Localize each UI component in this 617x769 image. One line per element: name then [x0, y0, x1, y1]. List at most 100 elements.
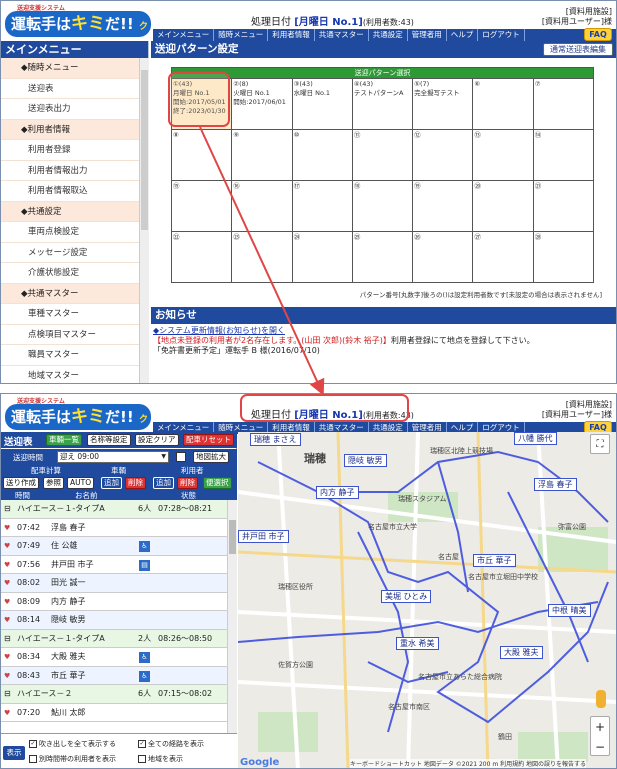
streetview-pegman-icon[interactable]	[596, 690, 606, 708]
pattern-cell[interactable]: ㉖	[412, 231, 474, 283]
pattern-cell[interactable]: ⑳	[472, 180, 534, 232]
sidebar-item[interactable]: 車種マスター	[1, 304, 148, 325]
vehicle-row[interactable]: ⊟ ハイエース－２ 6人 07:15〜08:02	[1, 685, 237, 704]
pattern-cell[interactable]: ㉘	[532, 231, 595, 283]
opt-all-routes[interactable]: ✓ 全ての経路を表示	[138, 739, 204, 749]
system-update-link[interactable]: ◆システム更新情報(お知らせ)を開く	[153, 326, 614, 336]
name-settings-button[interactable]: 名称等設定	[87, 434, 131, 446]
pattern-cell[interactable]: ㉕	[351, 231, 414, 283]
scroll-thumb[interactable]	[229, 520, 236, 554]
map-passenger-label[interactable]: 中根 晴美	[548, 604, 591, 617]
edit-route-button[interactable]: 通常送迎表編集	[543, 43, 613, 56]
map-expand-button[interactable]: 地図拡大	[193, 451, 229, 463]
map-passenger-label[interactable]: 八幡 勝代	[514, 432, 557, 445]
opt-show-region[interactable]: 地域を表示	[138, 754, 183, 764]
pattern-cell[interactable]: ⑫	[412, 129, 474, 181]
opt-show-balloons[interactable]: ✓ 吹き出しを全て表示する	[29, 739, 116, 749]
scroll-thumb[interactable]	[141, 70, 148, 230]
passenger-row[interactable]: ♥ 07:20 鮎川 太郎	[1, 703, 237, 722]
clear-settings-button[interactable]: 設定クリア	[135, 434, 179, 446]
pattern-cell[interactable]: ㉓	[231, 231, 293, 283]
nav-item[interactable]: 管理者用	[408, 29, 447, 41]
passenger-row[interactable]: ♥ 07:49 住 公雄 ♿	[1, 537, 237, 556]
sidebar-item[interactable]: 点検項目マスター	[1, 324, 148, 345]
pattern-cell[interactable]: ⑥	[472, 78, 534, 130]
fullscreen-icon[interactable]: ⛶	[590, 434, 610, 454]
passenger-row[interactable]: ♥ 07:56 井戸田 市子 ▤	[1, 555, 237, 574]
nav-item[interactable]: 利用者情報	[268, 29, 315, 41]
pattern-cell[interactable]: ⑪	[351, 129, 414, 181]
pattern-cell[interactable]: ⑮	[170, 180, 233, 232]
vehicle-delete-button[interactable]: 削除	[125, 477, 146, 489]
pattern-cell[interactable]: ㉒	[170, 231, 233, 283]
passenger-row[interactable]: ♥ 08:34 大殿 雅夫 ♿	[1, 648, 237, 667]
passenger-row[interactable]: ♥ 08:14 隠岐 敏男	[1, 611, 237, 630]
user-add-button[interactable]: 追加	[153, 477, 174, 489]
vehicle-list-button[interactable]: 車輛一覧	[46, 434, 82, 446]
sidebar-item[interactable]: 職員マスター	[1, 345, 148, 366]
nav-item[interactable]: ヘルプ	[447, 29, 479, 41]
passenger-row[interactable]: ♥ 08:09 内方 静子	[1, 592, 237, 611]
sidebar-item[interactable]: メッセージ設定	[1, 242, 148, 263]
collapse-icon[interactable]: ⊟	[4, 630, 11, 649]
faq-button[interactable]: FAQ	[584, 28, 612, 41]
pattern-cell[interactable]: ㉑	[532, 180, 595, 232]
pattern-cell[interactable]: ③(43) 水曜日 No.1	[291, 78, 353, 130]
time-select[interactable]: 迎え 09:00	[57, 451, 169, 463]
map-passenger-label[interactable]: 市丘 華子	[473, 554, 516, 567]
pattern-cell[interactable]: ⑦	[532, 78, 595, 130]
collapse-icon[interactable]: ⊟	[4, 500, 11, 519]
nav-item[interactable]: メインメニュー	[153, 29, 215, 41]
pattern-cell[interactable]: ⑱	[351, 180, 414, 232]
pattern-cell[interactable]: ⑨	[231, 129, 293, 181]
nav-item[interactable]: 共通マスター	[315, 29, 369, 41]
sidebar-item[interactable]: 車両点検設定	[1, 222, 148, 243]
sidebar-item[interactable]: 利用者登録	[1, 140, 148, 161]
reference-button[interactable]: 参照	[43, 477, 64, 489]
map-passenger-label[interactable]: 内方 静子	[316, 486, 359, 499]
passenger-row[interactable]: ♥ 08:43 市丘 華子 ♿	[1, 666, 237, 685]
map-passenger-label[interactable]: 浮島 春子	[534, 478, 577, 491]
map-passenger-label[interactable]: 重水 希美	[396, 637, 439, 650]
pattern-cell[interactable]: ②(8) 火曜日 No.1 開始:2017/06/01	[231, 78, 293, 130]
send-create-button[interactable]: 送り作成	[3, 477, 39, 489]
opt-other-timeslot[interactable]: 別時間帯の利用者を表示	[29, 754, 116, 764]
sidebar-item[interactable]: 送迎表出力	[1, 99, 148, 120]
passenger-row[interactable]: ♥ 08:02 田光 誠一	[1, 574, 237, 593]
pattern-cell[interactable]: ⑬	[472, 129, 534, 181]
sidebar-scrollbar[interactable]	[139, 58, 149, 383]
trip-select-button[interactable]: 便選択	[203, 477, 232, 489]
sidebar-item[interactable]: 利用者情報出力	[1, 160, 148, 181]
sidebar-item[interactable]: 送迎表	[1, 78, 148, 99]
show-button[interactable]: 表示	[3, 746, 25, 760]
map-passenger-label[interactable]: 井戸田 市子	[238, 530, 289, 543]
pattern-cell[interactable]: ⑰	[291, 180, 353, 232]
passenger-row[interactable]: ♥ 07:42 浮島 春子	[1, 518, 237, 537]
nav-item[interactable]: ログアウト	[478, 29, 525, 41]
auto-button[interactable]: AUTO	[67, 477, 95, 489]
pattern-cell[interactable]: ⑲	[412, 180, 474, 232]
route-map[interactable]: 瑞穂 まさえ 隠岐 敏男 八幡 勝代 内方 静子 井戸田 市子 市丘 華子 浮島 春子 美堀 …	[238, 432, 616, 768]
user-delete-button[interactable]: 削除	[177, 477, 198, 489]
map-expand-checkbox[interactable]	[176, 452, 186, 462]
app-logo[interactable]: 送迎支援システム 運転手はキミだ!! クラウド	[3, 396, 151, 454]
sidebar-item[interactable]: 地域マスター	[1, 365, 148, 383]
sidebar-item[interactable]: 利用者情報取込	[1, 181, 148, 202]
collapse-icon[interactable]: ⊟	[4, 685, 11, 704]
pattern-cell[interactable]: ⑩	[291, 129, 353, 181]
map-passenger-label[interactable]: 美堀 ひとみ	[381, 590, 432, 603]
pattern-cell[interactable]: ㉗	[472, 231, 534, 283]
vehicle-row[interactable]: ⊟ ハイエース－１-タイプA 2人 08:26〜08:50	[1, 629, 237, 649]
pattern-cell[interactable]: ⑧	[170, 129, 233, 181]
nav-item[interactable]: 共通設定	[369, 29, 408, 41]
pattern-cell[interactable]: ④(43) テストパターンA	[351, 78, 414, 130]
map-passenger-label[interactable]: 瑞穂 まさえ	[250, 433, 301, 446]
map-attribution[interactable]: キーボードショートカット 地図データ ©2021 200 m 利用規約 地図の誤…	[349, 759, 586, 768]
zoom-control[interactable]: + −	[590, 716, 610, 756]
pattern-cell[interactable]: ⑤(7) 完全擬写テスト	[412, 78, 474, 130]
vehicle-add-button[interactable]: 追加	[101, 477, 122, 489]
list-scrollbar[interactable]	[227, 500, 237, 733]
zoom-in-icon[interactable]: +	[591, 717, 609, 737]
nav-item[interactable]: 随時メニュー	[214, 29, 269, 41]
map-passenger-label[interactable]: 大殿 雅夫	[500, 646, 543, 659]
